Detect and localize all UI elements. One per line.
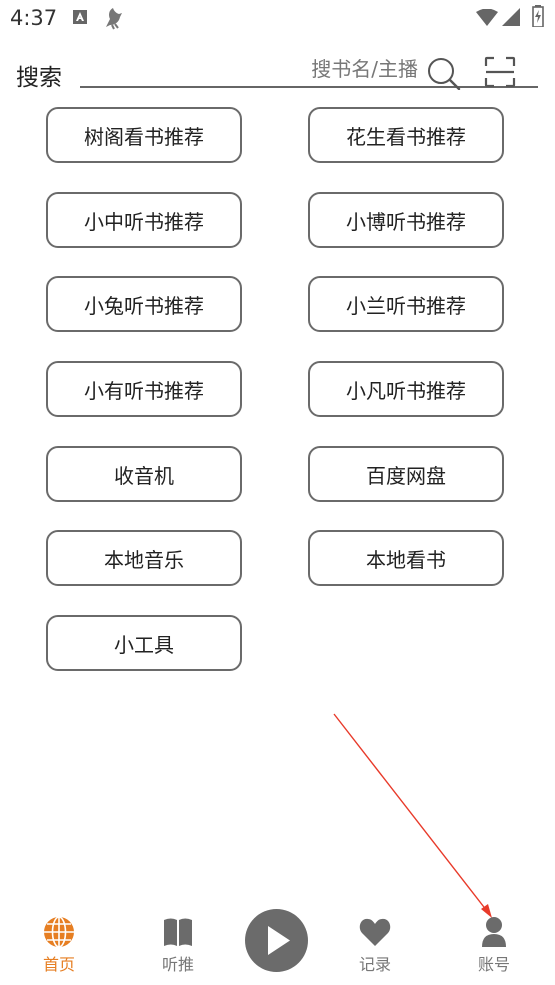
tile-xiaozhong-recommend[interactable]: 小中听书推荐 xyxy=(46,192,242,248)
nav-home-label: 首页 xyxy=(42,955,75,974)
nav-listen-label: 听推 xyxy=(161,955,194,974)
scan-icon[interactable] xyxy=(484,56,516,88)
play-icon xyxy=(268,926,290,955)
wifi-icon xyxy=(476,9,498,26)
nav-listen[interactable]: 听推 xyxy=(138,915,218,975)
globe-icon xyxy=(44,916,74,948)
book-icon xyxy=(164,918,192,946)
tile-huasheng-recommend[interactable]: 花生看书推荐 xyxy=(308,107,504,163)
status-bar: 4:37 xyxy=(0,0,555,40)
tile-xiaobo-recommend[interactable]: 小博听书推荐 xyxy=(308,192,504,248)
tile-baidu-netdisk[interactable]: 百度网盘 xyxy=(308,446,504,502)
battery-icon xyxy=(532,5,544,27)
bird-notification-icon xyxy=(106,8,122,30)
nav-home[interactable]: 首页 xyxy=(19,915,99,975)
tile-local-music[interactable]: 本地音乐 xyxy=(46,530,242,586)
play-button[interactable] xyxy=(245,909,308,972)
nav-account[interactable]: 账号 xyxy=(454,915,534,975)
status-time: 4:37 xyxy=(10,6,58,30)
nav-account-label: 账号 xyxy=(477,955,510,974)
person-icon xyxy=(482,917,506,947)
keyboard-notification-icon xyxy=(73,10,87,24)
tile-xiaolan-recommend[interactable]: 小兰听书推荐 xyxy=(308,276,504,332)
tile-xiaotu-recommend[interactable]: 小兔听书推荐 xyxy=(46,276,242,332)
tile-xiaofan-recommend[interactable]: 小凡听书推荐 xyxy=(308,361,504,417)
tile-tools[interactable]: 小工具 xyxy=(46,615,242,671)
cellular-signal-icon xyxy=(502,8,520,26)
tile-local-books[interactable]: 本地看书 xyxy=(308,530,504,586)
tile-xiaoyou-recommend[interactable]: 小有听书推荐 xyxy=(46,361,242,417)
nav-records-label: 记录 xyxy=(358,955,391,974)
search-label: 搜索 xyxy=(16,65,62,91)
bottom-nav: 首页 听推 记录 账号 xyxy=(0,905,555,985)
search-icon[interactable] xyxy=(426,56,462,90)
search-bar: 搜索 xyxy=(0,52,555,94)
tile-shuge-recommend[interactable]: 树阁看书推荐 xyxy=(46,107,242,163)
nav-records[interactable]: 记录 xyxy=(335,915,415,975)
heart-icon xyxy=(359,918,391,946)
tile-radio[interactable]: 收音机 xyxy=(46,446,242,502)
search-input[interactable] xyxy=(80,52,538,88)
